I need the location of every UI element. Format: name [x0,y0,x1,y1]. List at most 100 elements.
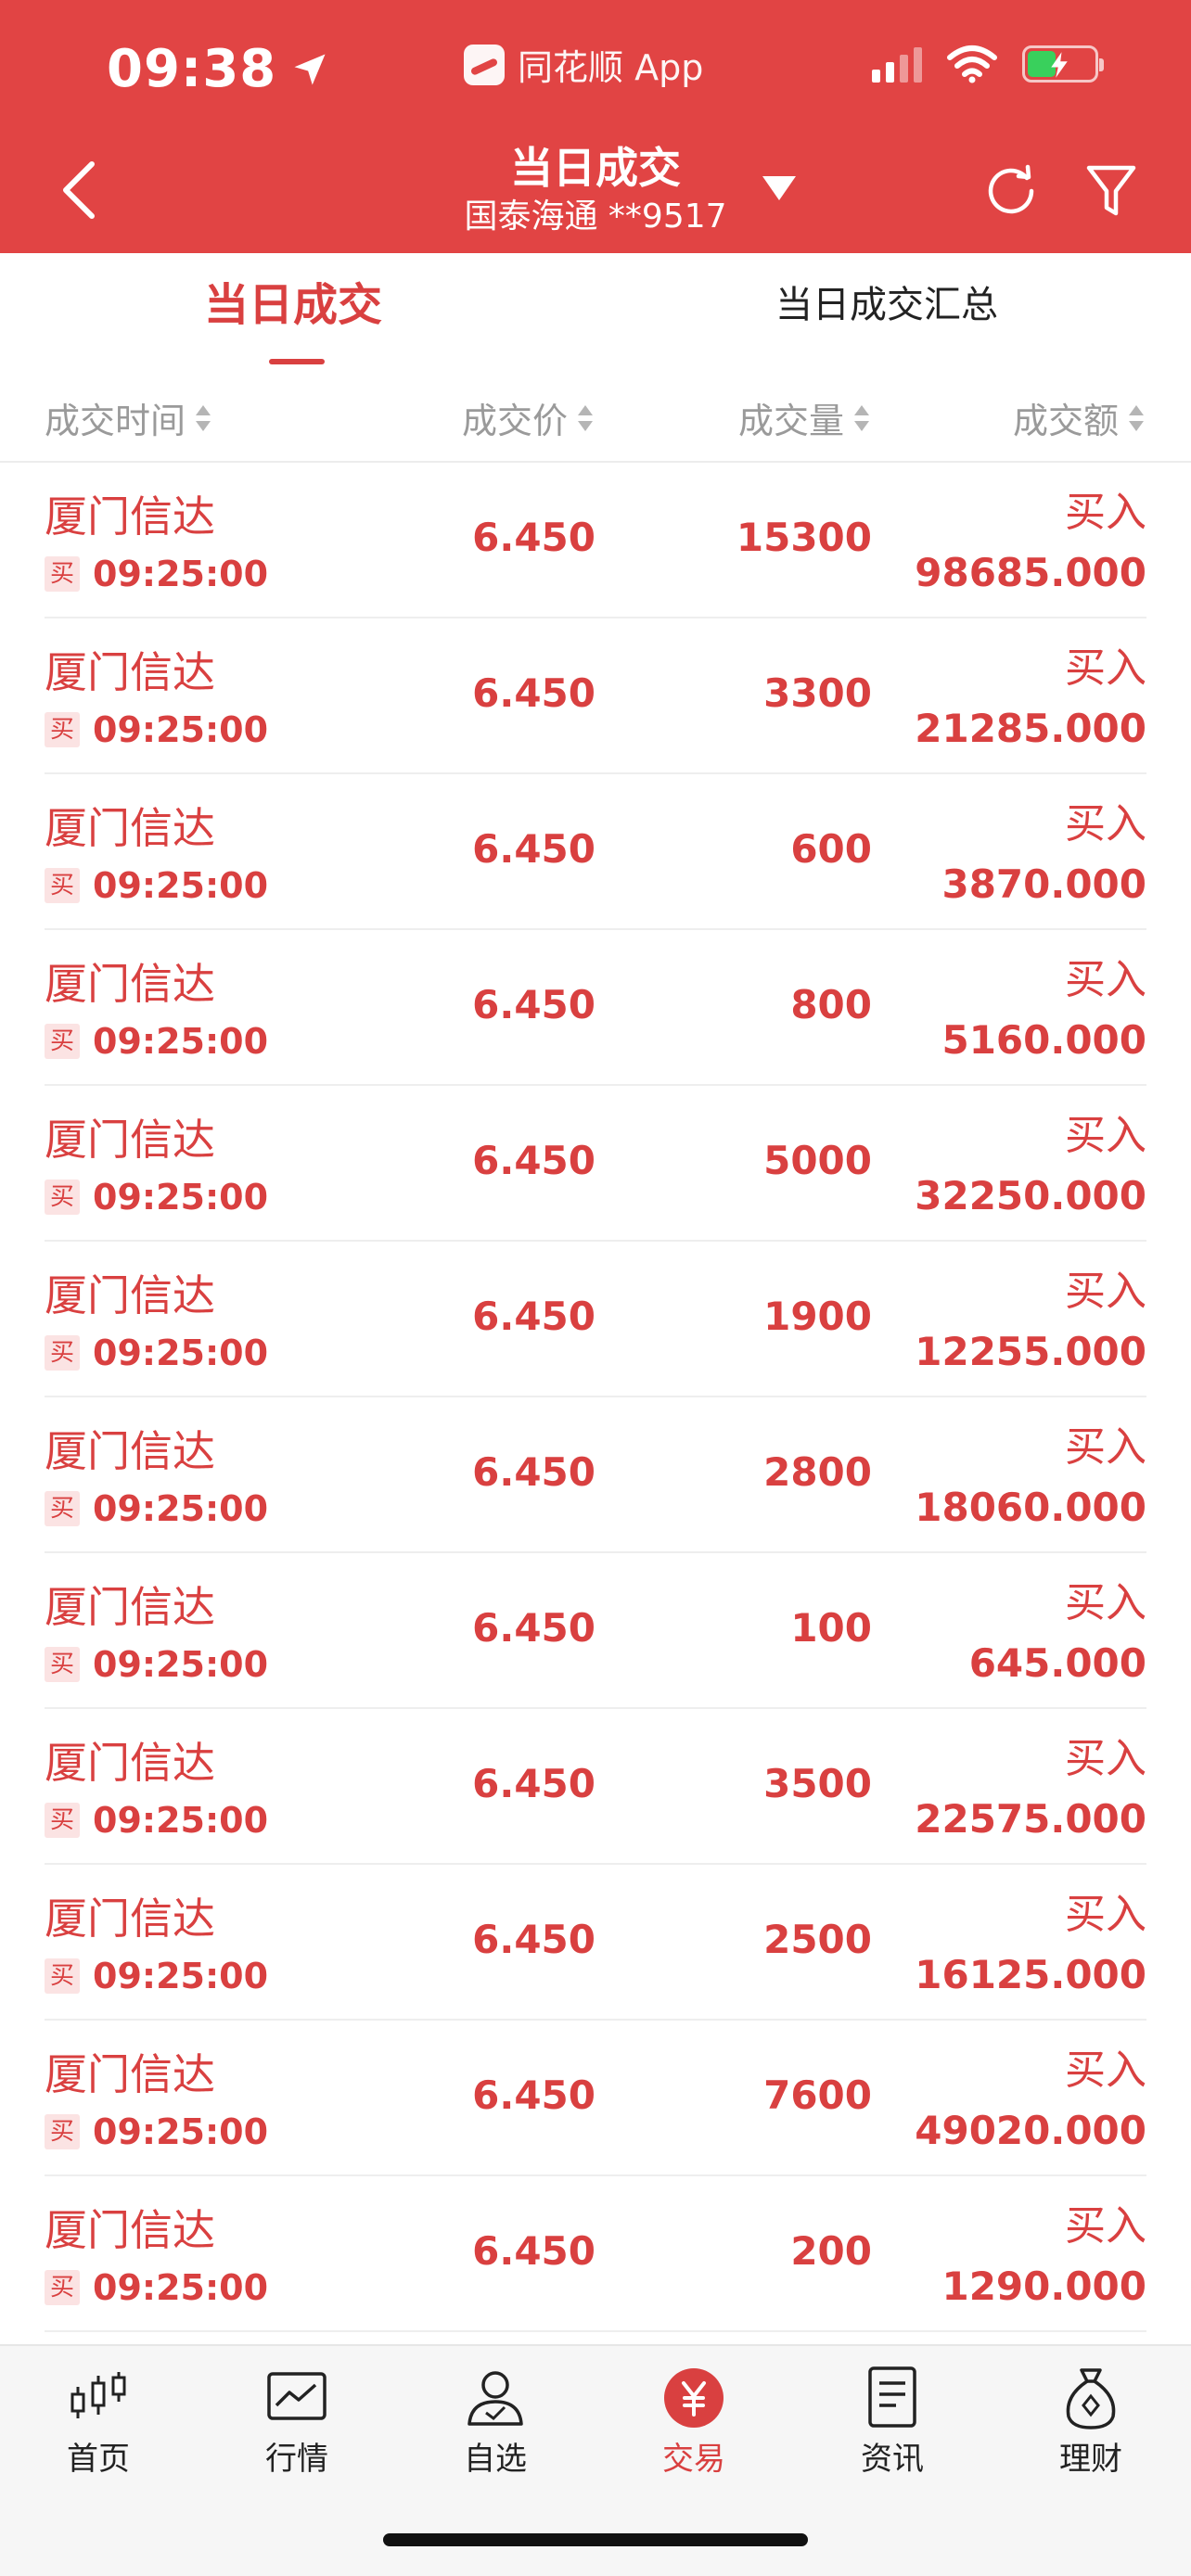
table-row[interactable]: 厦门信达 买 09:25:00 6.450 2800 买入 18060.000 [45,1397,1146,1553]
trade-time: 09:25:00 [93,1177,269,1218]
trade-quantity: 2800 [763,1449,872,1495]
nav-wealth[interactable]: 理财 [1021,2365,1160,2480]
trade-direction: 买入 [1065,2202,1146,2250]
trade-quantity: 5000 [763,1138,872,1183]
table-row[interactable]: 厦门信达 买 09:25:00 6.450 100 买入 645.000 [45,1553,1146,1709]
trade-amount: 32250.000 [915,1173,1146,1218]
sort-icon [196,404,211,431]
table-row[interactable]: 厦门信达 买 09:25:00 6.450 7600 买入 49020.000 [45,2021,1146,2176]
trade-direction: 买入 [1065,644,1146,692]
status-app-indicator[interactable]: 同花顺 App [464,39,703,90]
trade-time: 09:25:00 [93,1644,269,1685]
trade-price: 6.450 [472,826,596,872]
table-row[interactable]: 厦门信达 买 09:25:00 6.450 2500 买入 16125.000 [45,1865,1146,2021]
nav-news[interactable]: 资讯 [823,2365,962,2480]
page-title[interactable]: 当日成交 [510,141,681,195]
column-header-time[interactable]: 成交时间 [45,392,213,443]
sort-icon [578,404,593,431]
wifi-icon [947,45,997,83]
trade-time: 09:25:00 [93,1021,269,1062]
stock-name: 厦门信达 [45,959,215,1009]
table-row[interactable]: 厦门信达 买 09:25:00 6.450 15300 买入 98685.000 [45,463,1146,618]
stock-name: 厦门信达 [45,1738,215,1788]
buy-tag: 买 [45,1491,80,1526]
trade-time: 09:25:00 [93,554,269,594]
buy-tag: 买 [45,1958,80,1994]
buy-tag: 买 [45,1803,80,1838]
trade-amount: 98685.000 [915,550,1146,595]
trade-direction: 买入 [1065,956,1146,1003]
column-header-price[interactable]: 成交价 [462,392,596,443]
sort-icon [1129,404,1144,431]
table-row[interactable]: 厦门信达 买 09:25:00 6.450 1900 买入 12255.000 [45,1242,1146,1397]
table-row[interactable]: 厦门信达 买 09:25:00 6.450 800 买入 5160.000 [45,930,1146,1086]
tab-daily-trades[interactable]: 当日成交 [204,279,382,364]
trade-time: 09:25:00 [93,2267,269,2308]
chart-icon [267,2372,327,2420]
trade-amount: 21285.000 [915,706,1146,751]
stock-name: 厦门信达 [45,1115,215,1165]
trade-price: 6.450 [472,1138,596,1183]
trade-time: 09:25:00 [93,1488,269,1529]
buy-tag: 买 [45,1180,80,1215]
refresh-icon [988,164,1034,214]
buy-tag: 买 [45,868,80,903]
nav-label: 交易 [662,2441,725,2478]
trade-quantity: 15300 [736,515,872,560]
cellular-signal-icon [872,45,922,83]
stock-name: 厦门信达 [45,491,215,542]
trade-amount: 1290.000 [941,2264,1146,2309]
stock-name: 厦门信达 [45,2049,215,2099]
user-icon [467,2371,523,2426]
trade-price: 6.450 [472,2072,596,2118]
trade-price: 6.450 [472,1294,596,1339]
trade-amount: 16125.000 [915,1952,1146,1997]
table-row[interactable]: 厦门信达 买 09:25:00 6.450 3300 买入 21285.000 [45,618,1146,774]
column-header-quantity[interactable]: 成交量 [738,392,872,443]
nav-label: 资讯 [861,2441,924,2478]
table-row[interactable]: 厦门信达 买 09:25:00 6.450 3500 买入 22575.000 [45,1709,1146,1865]
nav-watchlist[interactable]: 自选 [426,2365,565,2480]
column-header-amount[interactable]: 成交额 [1013,392,1146,443]
trade-direction: 买入 [1065,1423,1146,1471]
stock-name: 厦门信达 [45,1426,215,1476]
trade-time: 09:25:00 [93,1956,269,1996]
trade-direction: 买入 [1065,1579,1146,1626]
buy-tag: 买 [45,1647,80,1682]
status-app-name: 同花顺 App [518,47,704,88]
trade-time: 09:25:00 [93,709,269,750]
tab-daily-trades-summary[interactable]: 当日成交汇总 [775,279,998,331]
trade-quantity: 2500 [763,1917,872,1962]
tab-bar: 当日成交 当日成交汇总 [0,253,1191,374]
nav-label: 理财 [1059,2441,1122,2478]
trade-direction: 买入 [1065,1112,1146,1159]
nav-trade[interactable]: 交易 [624,2365,763,2480]
stock-name: 厦门信达 [45,1582,215,1632]
trade-price: 6.450 [472,1605,596,1651]
table-row[interactable]: 厦门信达 买 09:25:00 6.450 600 买入 3870.000 [45,774,1146,930]
buy-tag: 买 [45,712,80,747]
trade-price: 6.450 [472,982,596,1027]
buy-tag: 买 [45,1335,80,1371]
trade-list: 厦门信达 买 09:25:00 6.450 15300 买入 98685.000 … [0,463,1191,2332]
battery-icon [1022,45,1104,83]
yuan-icon [664,2368,724,2428]
table-row[interactable]: 厦门信达 买 09:25:00 6.450 5000 买入 32250.000 [45,1086,1146,1242]
buy-tag: 买 [45,556,80,592]
filter-button[interactable] [1082,161,1141,221]
trade-quantity: 600 [790,826,872,872]
table-header: 成交时间 成交价 成交量 成交额 [0,374,1191,463]
refresh-button[interactable] [981,161,1041,221]
header-bar: 09:38 同花顺 App 当日成交 国泰海通 **9517 [0,0,1191,253]
account-dropdown-button[interactable] [759,170,800,207]
table-row[interactable]: 厦门信达 买 09:25:00 6.450 200 买入 1290.000 [45,2176,1146,2332]
trade-amount: 49020.000 [915,2108,1146,2153]
nav-home[interactable]: 首页 [29,2365,168,2480]
home-indicator[interactable] [383,2533,808,2546]
buy-tag: 买 [45,2270,80,2305]
sort-icon [854,404,869,431]
trade-time: 09:25:00 [93,865,269,906]
nav-market[interactable]: 行情 [227,2365,366,2480]
stock-name: 厦门信达 [45,647,215,697]
trade-price: 6.450 [472,1761,596,1806]
